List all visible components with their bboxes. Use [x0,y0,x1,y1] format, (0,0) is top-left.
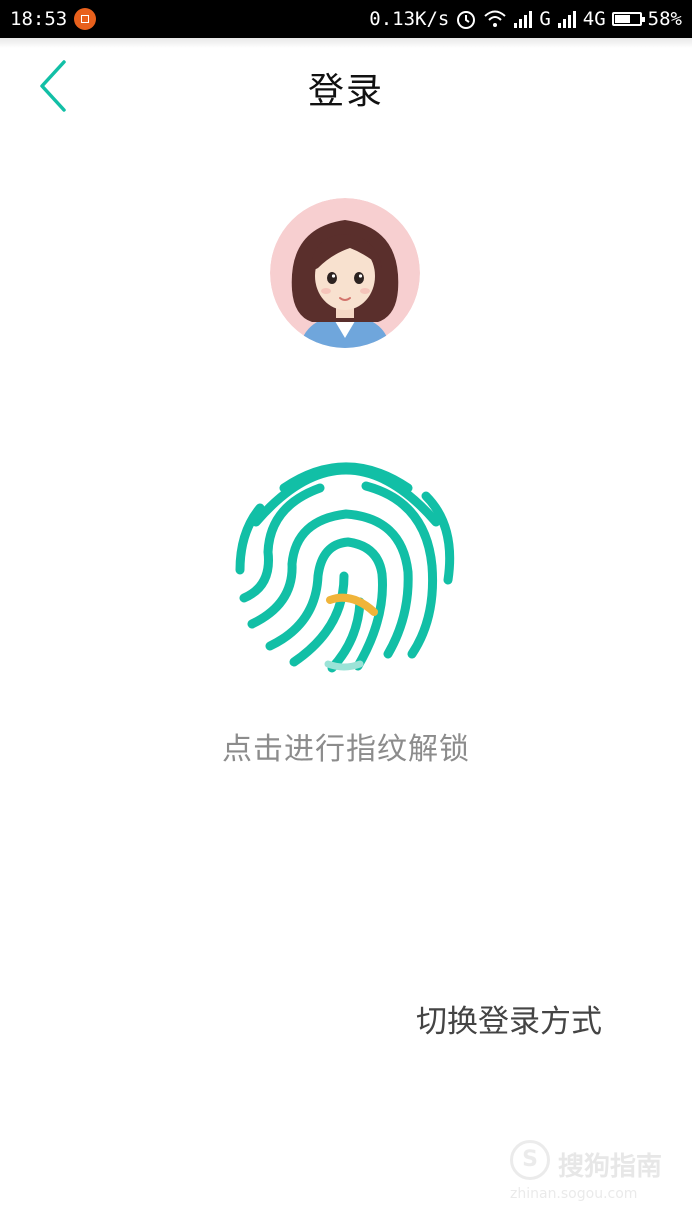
notification-icon [74,8,96,30]
watermark-logo: S [510,1140,550,1180]
watermark-text: 搜狗指南 [558,1152,663,1182]
network-type: 4G [582,8,606,30]
page-title: 登录 [307,71,384,112]
signal-icon [514,11,533,28]
battery-icon [611,12,645,26]
watermark: S 搜狗指南 zhinan.sogou.com [510,1140,670,1210]
fingerprint-hint: 点击进行指纹解锁 [222,732,470,767]
switch-login-method-button[interactable]: 切换登录方式 [416,996,602,1041]
status-bar: 18:53 0.13K/s G 4G 58% [0,0,692,38]
network-speed: 0.13K/s [369,8,450,30]
signal-label: G [539,8,551,30]
signal-icon-2 [557,11,576,28]
fingerprint-icon [235,462,455,673]
fingerprint-button[interactable] [226,448,466,688]
wifi-icon [484,10,506,27]
header-divider [0,38,692,48]
battery-level: 58% [647,8,682,30]
status-indicators: 0.13K/s G 4G 58% [369,8,682,30]
alarm-icon [457,11,476,29]
status-time: 18:53 [10,8,68,30]
login-screen: 18:53 0.13K/s G 4G 58% 登录 点击进行指纹解锁 切换登录方… [0,0,692,1230]
avatar [270,198,420,348]
watermark-url: zhinan.sogou.com [510,1186,638,1202]
